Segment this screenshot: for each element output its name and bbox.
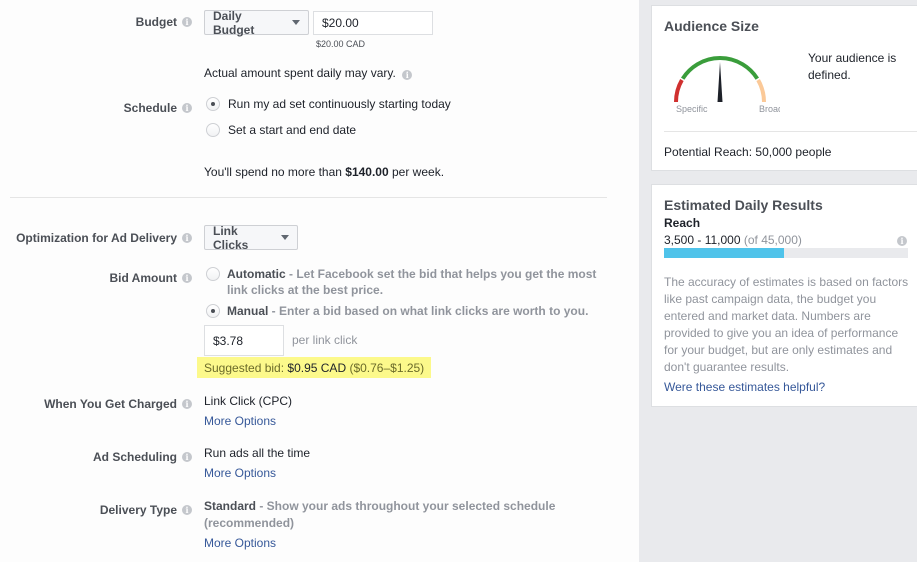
weekly-spend-amount: $140.00: [345, 165, 389, 179]
bid-manual-desc: - Enter a bid based on what link clicks …: [268, 304, 589, 318]
audience-size-card: Audience Size Specific Broad Your audien…: [651, 5, 917, 171]
bid-amount-label: Bid Amount i: [109, 271, 192, 285]
gauge-low-label: Specific: [676, 104, 708, 114]
results-metric: Reach: [664, 216, 701, 230]
delivery-type-desc-line2: (recommended): [204, 516, 295, 530]
suggested-bid-range: ($0.76–$1.25): [346, 361, 425, 375]
charged-value: Link Click (CPC): [204, 394, 293, 408]
bid-automatic-desc-line2: link clicks at the best price.: [227, 283, 384, 297]
budget-note: Actual amount spent daily may vary. i: [204, 66, 413, 80]
audience-status-line1: Your audience is: [808, 51, 897, 65]
budget-amount-input[interactable]: $20.00: [313, 11, 433, 35]
budget-amount-value: $20.00: [322, 16, 359, 30]
bid-automatic-radio[interactable]: [206, 267, 220, 281]
info-icon[interactable]: i: [182, 505, 192, 515]
info-icon[interactable]: i: [182, 17, 192, 27]
estimated-results-card: Estimated Daily Results Reach 3,500 - 11…: [651, 184, 917, 407]
audience-gauge: Specific Broad: [674, 56, 780, 114]
suggested-bid-value: $0.95 CAD: [287, 361, 347, 375]
disclaimer-line: entered and market data. Numbers are: [664, 309, 871, 323]
audience-size-title: Audience Size: [664, 18, 759, 34]
optimization-dropdown[interactable]: Link Clicks: [204, 223, 298, 252]
bid-manual-radio[interactable]: [206, 304, 220, 318]
ad-set-form: Budget i Daily Budget $20.00 $20.00 CAD …: [0, 0, 639, 562]
estimates-feedback-link[interactable]: Were these estimates helpful?: [664, 380, 825, 394]
budget-note-text: Actual amount spent daily may vary.: [204, 66, 396, 80]
charged-more-options-link[interactable]: More Options: [204, 414, 276, 428]
ad-scheduling-label: Ad Scheduling i: [93, 450, 192, 464]
results-progress-bar: [664, 248, 908, 258]
delivery-type-more-options-link[interactable]: More Options: [204, 536, 276, 550]
bid-manual-option[interactable]: Manual - Enter a bid based on what link …: [227, 304, 588, 318]
delivery-type-label-text: Delivery Type: [99, 503, 177, 517]
bid-amount-label-text: Bid Amount: [109, 271, 177, 285]
weekly-spend-note: You'll spend no more than $140.00 per we…: [204, 165, 444, 179]
chevron-down-icon: [281, 235, 289, 240]
info-icon[interactable]: i: [182, 233, 192, 243]
disclaimer-line: The accuracy of estimates is based on fa…: [664, 275, 909, 289]
bid-manual-title: Manual: [227, 304, 269, 318]
delivery-type-title: Standard: [204, 499, 257, 513]
ad-scheduling-label-text: Ad Scheduling: [93, 450, 177, 464]
weekly-spend-prefix: You'll spend no more than: [204, 165, 346, 179]
bid-automatic-desc: - Let Facebook set the bid that helps yo…: [285, 267, 597, 281]
weekly-spend-suffix: per week.: [388, 165, 445, 179]
budget-type-label: Daily Budget: [213, 8, 255, 37]
gauge-segment-specific: [674, 79, 684, 103]
charged-label: When You Get Charged i: [44, 397, 192, 411]
suggested-bid: Suggested bid: $0.95 CAD ($0.76–$1.25): [204, 361, 424, 375]
ad-scheduling-value: Run ads all the time: [204, 446, 311, 460]
schedule-date-range-label[interactable]: Set a start and end date: [228, 123, 356, 137]
results-disclaimer: The accuracy of estimates is based on fa…: [664, 274, 908, 376]
info-icon[interactable]: i: [182, 103, 192, 113]
delivery-type-value: Standard - Show your ads throughout your…: [204, 499, 555, 513]
gauge-high-label: Broad: [759, 104, 780, 114]
card-divider: [664, 131, 917, 132]
bid-amount-unit: per link click: [292, 333, 358, 347]
gauge-needle: [717, 62, 723, 102]
schedule-date-range-radio[interactable]: [206, 123, 220, 137]
budget-type-dropdown[interactable]: Daily Budget: [204, 8, 309, 37]
potential-reach: Potential Reach: 50,000 people: [664, 145, 832, 159]
delivery-type-desc: - Show your ads throughout your selected…: [256, 499, 556, 513]
optimization-dropdown-label: Link Clicks: [213, 223, 249, 252]
bid-amount-value: $3.78: [213, 333, 244, 348]
budget-label-text: Budget: [135, 15, 177, 29]
disclaimer-line: like past campaign data, the budget you: [664, 292, 877, 306]
budget-converted: $20.00 CAD: [316, 39, 366, 49]
info-icon[interactable]: i: [182, 399, 192, 409]
estimated-results-title: Estimated Daily Results: [664, 197, 823, 213]
schedule-continuous-label[interactable]: Run my ad set continuously starting toda…: [228, 97, 451, 111]
delivery-type-label: Delivery Type i: [100, 503, 192, 517]
section-divider: [10, 197, 607, 198]
disclaimer-line: provided to give you an idea of performa…: [664, 326, 899, 340]
audience-status-line2: defined.: [808, 68, 851, 82]
results-progress-fill: [664, 248, 784, 258]
chevron-down-icon: [292, 20, 300, 25]
info-icon[interactable]: i: [402, 70, 413, 80]
disclaimer-line: don't guarantee results.: [664, 360, 790, 374]
bid-amount-input[interactable]: $3.78: [204, 325, 284, 356]
info-icon[interactable]: i: [897, 236, 907, 246]
results-range: 3,500 - 11,000 (of 45,000): [664, 233, 802, 247]
bid-automatic-option[interactable]: Automatic - Let Facebook set the bid tha…: [227, 267, 596, 281]
gauge-segment-broad: [756, 79, 766, 103]
disclaimer-line: for your budget, but are only estimates …: [664, 343, 893, 357]
optimization-label: Optimization for Ad Delivery i: [16, 231, 192, 245]
right-sidebar: Audience Size Specific Broad Your audien…: [639, 0, 917, 562]
results-range-total: (of 45,000): [740, 233, 802, 247]
schedule-label-text: Schedule: [123, 101, 177, 115]
suggested-bid-prefix: Suggested bid:: [204, 361, 288, 375]
bid-automatic-title: Automatic: [227, 267, 286, 281]
budget-label: Budget i: [136, 15, 192, 29]
charged-label-text: When You Get Charged: [44, 397, 177, 411]
results-range-value: 3,500 - 11,000: [664, 233, 741, 247]
info-icon[interactable]: i: [182, 273, 192, 283]
ad-scheduling-more-options-link[interactable]: More Options: [204, 466, 276, 480]
optimization-label-text: Optimization for Ad Delivery: [16, 231, 177, 245]
schedule-label: Schedule i: [124, 101, 192, 115]
info-icon[interactable]: i: [182, 452, 192, 462]
schedule-continuous-radio[interactable]: [206, 97, 220, 111]
